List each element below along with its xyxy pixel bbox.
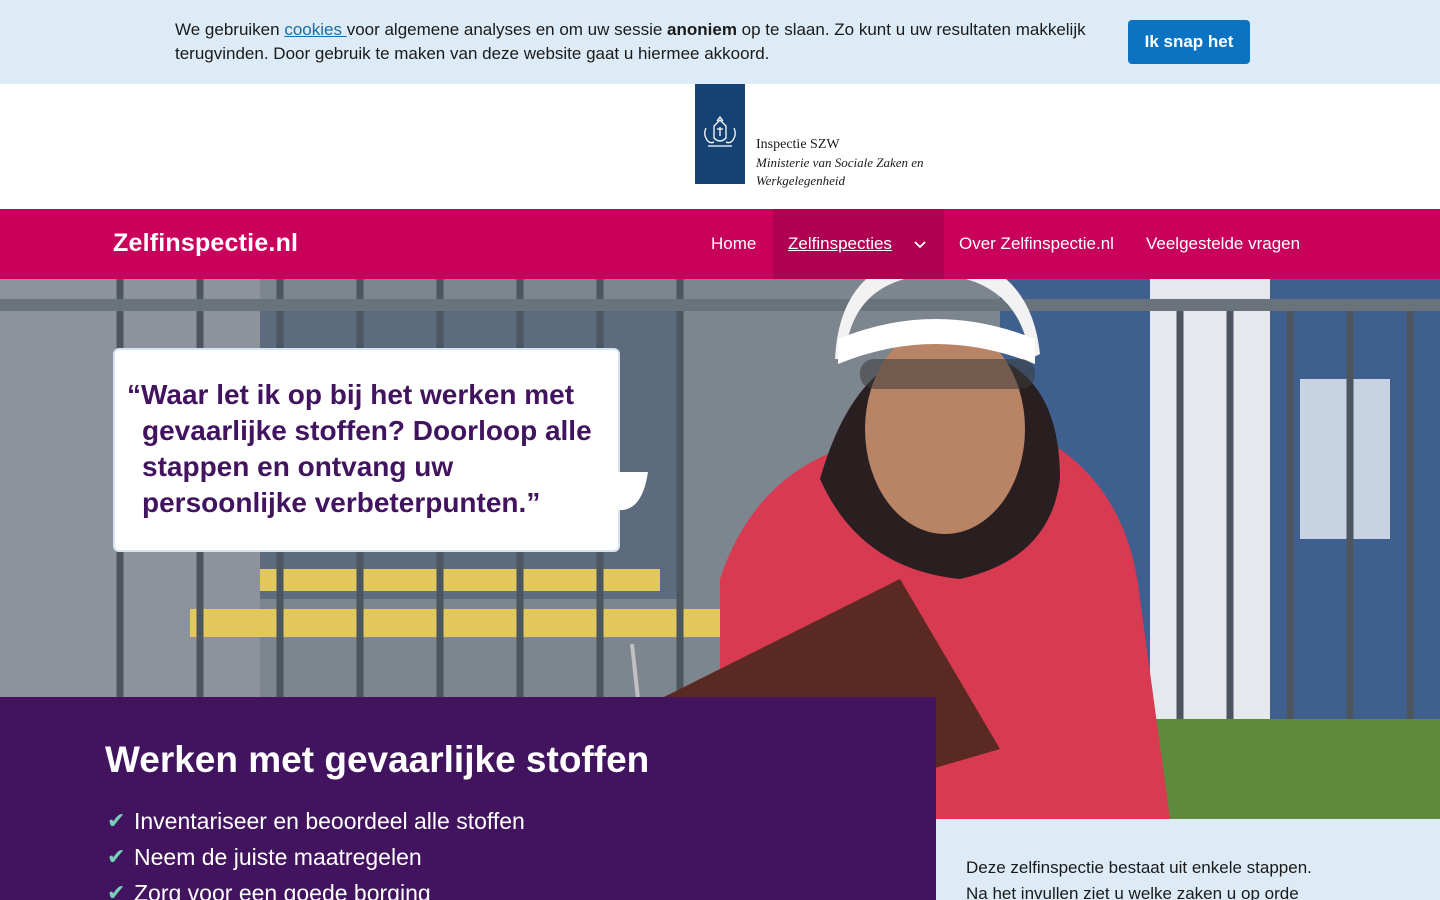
check-icon: ✔ [107,844,126,869]
logo-subtitle-line1: Ministerie van Sociale Zaken en [756,155,924,170]
cookie-banner: We gebruiken cookies voor algemene analy… [0,0,1440,84]
chevron-down-icon [914,209,926,279]
logo-subtitle-line2: Werkgelegenheid [756,173,846,188]
nav-item-faq[interactable]: Veelgestelde vragen [1146,209,1300,279]
nav-item-zelfinspecties[interactable]: Zelfinspecties [773,209,944,279]
coat-of-arms-icon [704,115,736,147]
info-text: Deze zelfinspectie bestaat uit enkele st… [966,855,1406,900]
rijksoverheid-logo[interactable] [695,84,745,184]
speech-tail-icon [618,472,648,511]
nav-item-over-label: Over Zelfinspectie.nl [959,234,1114,253]
list-item-text: Zorg voor een goede borging [134,880,431,900]
feature-checklist: ✔ Inventariseer en beoordeel alle stoffen… [107,803,525,900]
logo-title: Inspectie SZW [756,137,840,152]
list-item: ✔ Inventariseer en beoordeel alle stoffen [107,803,525,839]
info-line-2: Na het invullen ziet u welke zaken u op … [966,884,1299,900]
accept-cookies-button[interactable]: Ik snap het [1128,20,1250,64]
page-title: Werken met gevaarlijke stoffen [105,739,650,780]
nav-item-home-label: Home [711,234,757,253]
list-item: ✔ Neem de juiste maatregelen [107,839,525,875]
site-brand[interactable]: Zelfinspectie.nl [113,229,298,258]
check-icon: ✔ [107,880,126,900]
cookies-link[interactable]: cookies [284,20,346,39]
hero-quote: “Waar let ik op bij het werken met gevaa… [127,379,592,518]
nav-item-over[interactable]: Over Zelfinspectie.nl [959,209,1114,279]
cookie-text-before: We gebruiken [175,20,285,39]
info-line-1: Deze zelfinspectie bestaat uit enkele st… [966,858,1312,877]
nav-item-home[interactable]: Home [711,209,756,279]
cookie-text-middle: voor algemene analyses en om uw sessie [346,20,668,39]
check-icon: ✔ [107,808,126,833]
cookie-text-bold: anoniem [667,20,737,39]
list-item-text: Neem de juiste maatregelen [134,844,422,870]
cookie-message: We gebruiken cookies voor algemene analy… [175,18,1095,66]
nav-item-faq-label: Veelgestelde vragen [1146,234,1301,253]
list-item: ✔ Zorg voor een goede borging [107,875,525,900]
logo-text: Inspectie SZW Ministerie van Sociale Zak… [756,136,924,190]
logo-header: Inspectie SZW Ministerie van Sociale Zak… [0,84,1440,209]
nav-item-zelfinspecties-label: Zelfinspecties [788,234,892,253]
list-item-text: Inventariseer en beoordeel alle stoffen [134,808,525,834]
main-navigation: Zelfinspectie.nl Home Zelfinspecties Ove… [0,209,1440,279]
